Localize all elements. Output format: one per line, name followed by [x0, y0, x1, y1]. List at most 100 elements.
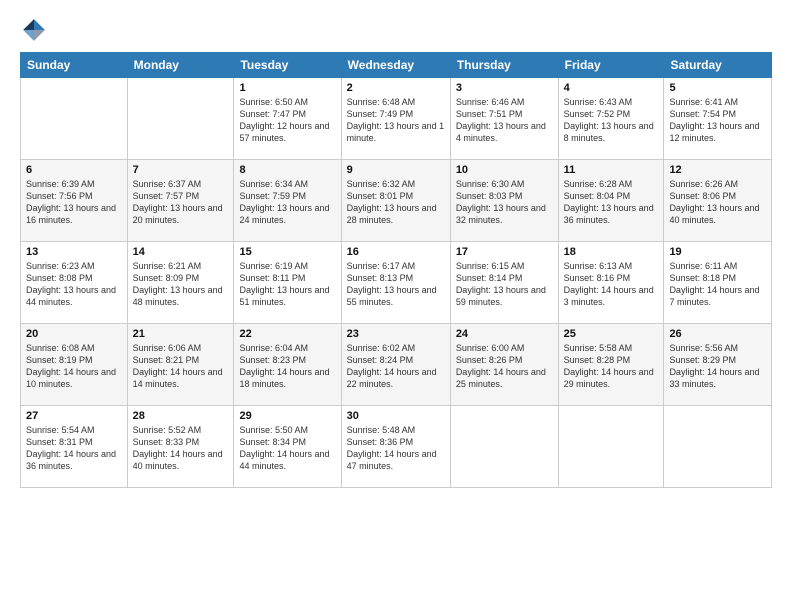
calendar-cell: 15 Sunrise: 6:19 AM Sunset: 8:11 PM Dayli… — [234, 242, 341, 324]
day-info: Sunrise: 6:26 AM Sunset: 8:06 PM Dayligh… — [669, 178, 766, 227]
day-number: 29 — [239, 410, 335, 422]
day-number: 17 — [456, 246, 553, 258]
calendar-header-row: SundayMondayTuesdayWednesdayThursdayFrid… — [21, 53, 772, 78]
calendar-cell: 5 Sunrise: 6:41 AM Sunset: 7:54 PM Daylig… — [664, 78, 772, 160]
day-number: 28 — [133, 410, 229, 422]
calendar-cell: 24 Sunrise: 6:00 AM Sunset: 8:26 PM Dayli… — [450, 324, 558, 406]
calendar-week-2: 6 Sunrise: 6:39 AM Sunset: 7:56 PM Daylig… — [21, 160, 772, 242]
header — [20, 16, 772, 44]
day-number: 22 — [239, 328, 335, 340]
day-number: 18 — [564, 246, 659, 258]
day-number: 24 — [456, 328, 553, 340]
day-info: Sunrise: 6:00 AM Sunset: 8:26 PM Dayligh… — [456, 342, 553, 391]
calendar-cell: 22 Sunrise: 6:04 AM Sunset: 8:23 PM Dayli… — [234, 324, 341, 406]
day-info: Sunrise: 5:52 AM Sunset: 8:33 PM Dayligh… — [133, 424, 229, 473]
day-number: 19 — [669, 246, 766, 258]
day-number: 4 — [564, 82, 659, 94]
day-info: Sunrise: 6:15 AM Sunset: 8:14 PM Dayligh… — [456, 260, 553, 309]
day-info: Sunrise: 5:56 AM Sunset: 8:29 PM Dayligh… — [669, 342, 766, 391]
day-number: 3 — [456, 82, 553, 94]
logo — [20, 16, 52, 44]
day-number: 9 — [347, 164, 445, 176]
day-number: 5 — [669, 82, 766, 94]
calendar-cell: 16Sunrise: 6:17 AM Sunset: 8:13 PM Dayli… — [341, 242, 450, 324]
day-number: 11 — [564, 164, 659, 176]
day-number: 1 — [239, 82, 335, 94]
day-number: 8 — [239, 164, 335, 176]
day-info: Sunrise: 6:43 AM Sunset: 7:52 PM Dayligh… — [564, 96, 659, 145]
day-number: 27 — [26, 410, 122, 422]
calendar-cell: 28 Sunrise: 5:52 AM Sunset: 8:33 PM Dayli… — [127, 406, 234, 488]
day-info: Sunrise: 6:21 AM Sunset: 8:09 PM Dayligh… — [133, 260, 229, 309]
calendar-cell — [558, 406, 664, 488]
day-info: Sunrise: 6:48 AM Sunset: 7:49 PM Dayligh… — [347, 96, 445, 145]
day-info: Sunrise: 5:58 AM Sunset: 8:28 PM Dayligh… — [564, 342, 659, 391]
calendar-cell: 20 Sunrise: 6:08 AM Sunset: 8:19 PM Dayli… — [21, 324, 128, 406]
day-number: 6 — [26, 164, 122, 176]
calendar-cell: 14 Sunrise: 6:21 AM Sunset: 8:09 PM Dayli… — [127, 242, 234, 324]
calendar-cell: 7Sunrise: 6:37 AM Sunset: 7:57 PM Daylig… — [127, 160, 234, 242]
calendar-cell: 11 Sunrise: 6:28 AM Sunset: 8:04 PM Dayli… — [558, 160, 664, 242]
day-number: 23 — [347, 328, 445, 340]
calendar-cell: 10 Sunrise: 6:30 AM Sunset: 8:03 PM Dayli… — [450, 160, 558, 242]
calendar-week-3: 13Sunrise: 6:23 AM Sunset: 8:08 PM Dayli… — [21, 242, 772, 324]
col-header-wednesday: Wednesday — [341, 53, 450, 78]
day-info: Sunrise: 6:41 AM Sunset: 7:54 PM Dayligh… — [669, 96, 766, 145]
day-info: Sunrise: 6:30 AM Sunset: 8:03 PM Dayligh… — [456, 178, 553, 227]
day-info: Sunrise: 5:48 AM Sunset: 8:36 PM Dayligh… — [347, 424, 445, 473]
day-info: Sunrise: 5:54 AM Sunset: 8:31 PM Dayligh… — [26, 424, 122, 473]
col-header-friday: Friday — [558, 53, 664, 78]
calendar-cell: 12 Sunrise: 6:26 AM Sunset: 8:06 PM Dayli… — [664, 160, 772, 242]
calendar-table: SundayMondayTuesdayWednesdayThursdayFrid… — [20, 52, 772, 488]
calendar-cell: 21Sunrise: 6:06 AM Sunset: 8:21 PM Dayli… — [127, 324, 234, 406]
day-info: Sunrise: 6:13 AM Sunset: 8:16 PM Dayligh… — [564, 260, 659, 309]
day-info: Sunrise: 6:04 AM Sunset: 8:23 PM Dayligh… — [239, 342, 335, 391]
day-number: 10 — [456, 164, 553, 176]
day-number: 7 — [133, 164, 229, 176]
calendar-cell: 4 Sunrise: 6:43 AM Sunset: 7:52 PM Daylig… — [558, 78, 664, 160]
calendar-cell: 29 Sunrise: 5:50 AM Sunset: 8:34 PM Dayli… — [234, 406, 341, 488]
calendar-cell: 9 Sunrise: 6:32 AM Sunset: 8:01 PM Daylig… — [341, 160, 450, 242]
col-header-tuesday: Tuesday — [234, 53, 341, 78]
day-info: Sunrise: 6:32 AM Sunset: 8:01 PM Dayligh… — [347, 178, 445, 227]
calendar-cell: 26 Sunrise: 5:56 AM Sunset: 8:29 PM Dayli… — [664, 324, 772, 406]
col-header-monday: Monday — [127, 53, 234, 78]
day-info: Sunrise: 6:19 AM Sunset: 8:11 PM Dayligh… — [239, 260, 335, 309]
day-number: 26 — [669, 328, 766, 340]
calendar-cell: 2Sunrise: 6:48 AM Sunset: 7:49 PM Daylig… — [341, 78, 450, 160]
day-info: Sunrise: 6:11 AM Sunset: 8:18 PM Dayligh… — [669, 260, 766, 309]
calendar-cell: 18 Sunrise: 6:13 AM Sunset: 8:16 PM Dayli… — [558, 242, 664, 324]
day-info: Sunrise: 6:50 AM Sunset: 7:47 PM Dayligh… — [239, 96, 335, 145]
day-number: 12 — [669, 164, 766, 176]
logo-icon — [20, 16, 48, 44]
calendar-cell: 17 Sunrise: 6:15 AM Sunset: 8:14 PM Dayli… — [450, 242, 558, 324]
day-info: Sunrise: 6:34 AM Sunset: 7:59 PM Dayligh… — [239, 178, 335, 227]
col-header-thursday: Thursday — [450, 53, 558, 78]
calendar-week-4: 20 Sunrise: 6:08 AM Sunset: 8:19 PM Dayli… — [21, 324, 772, 406]
calendar-week-5: 27 Sunrise: 5:54 AM Sunset: 8:31 PM Dayli… — [21, 406, 772, 488]
day-number: 13 — [26, 246, 122, 258]
calendar-cell — [450, 406, 558, 488]
day-info: Sunrise: 5:50 AM Sunset: 8:34 PM Dayligh… — [239, 424, 335, 473]
day-info: Sunrise: 6:02 AM Sunset: 8:24 PM Dayligh… — [347, 342, 445, 391]
day-number: 15 — [239, 246, 335, 258]
calendar-cell: 30 Sunrise: 5:48 AM Sunset: 8:36 PM Dayli… — [341, 406, 450, 488]
day-number: 30 — [347, 410, 445, 422]
calendar-cell — [127, 78, 234, 160]
calendar-week-1: 1 Sunrise: 6:50 AM Sunset: 7:47 PM Daylig… — [21, 78, 772, 160]
day-number: 20 — [26, 328, 122, 340]
calendar-cell: 1 Sunrise: 6:50 AM Sunset: 7:47 PM Daylig… — [234, 78, 341, 160]
calendar-cell: 23 Sunrise: 6:02 AM Sunset: 8:24 PM Dayli… — [341, 324, 450, 406]
calendar-cell: 25 Sunrise: 5:58 AM Sunset: 8:28 PM Dayli… — [558, 324, 664, 406]
calendar-cell — [664, 406, 772, 488]
col-header-saturday: Saturday — [664, 53, 772, 78]
day-number: 25 — [564, 328, 659, 340]
day-info: Sunrise: 6:28 AM Sunset: 8:04 PM Dayligh… — [564, 178, 659, 227]
day-info: Sunrise: 6:08 AM Sunset: 8:19 PM Dayligh… — [26, 342, 122, 391]
day-info: Sunrise: 6:39 AM Sunset: 7:56 PM Dayligh… — [26, 178, 122, 227]
day-info: Sunrise: 6:06 AM Sunset: 8:21 PM Dayligh… — [133, 342, 229, 391]
day-number: 14 — [133, 246, 229, 258]
calendar-cell: 13Sunrise: 6:23 AM Sunset: 8:08 PM Dayli… — [21, 242, 128, 324]
calendar-cell: 27 Sunrise: 5:54 AM Sunset: 8:31 PM Dayli… — [21, 406, 128, 488]
calendar-cell: 6 Sunrise: 6:39 AM Sunset: 7:56 PM Daylig… — [21, 160, 128, 242]
